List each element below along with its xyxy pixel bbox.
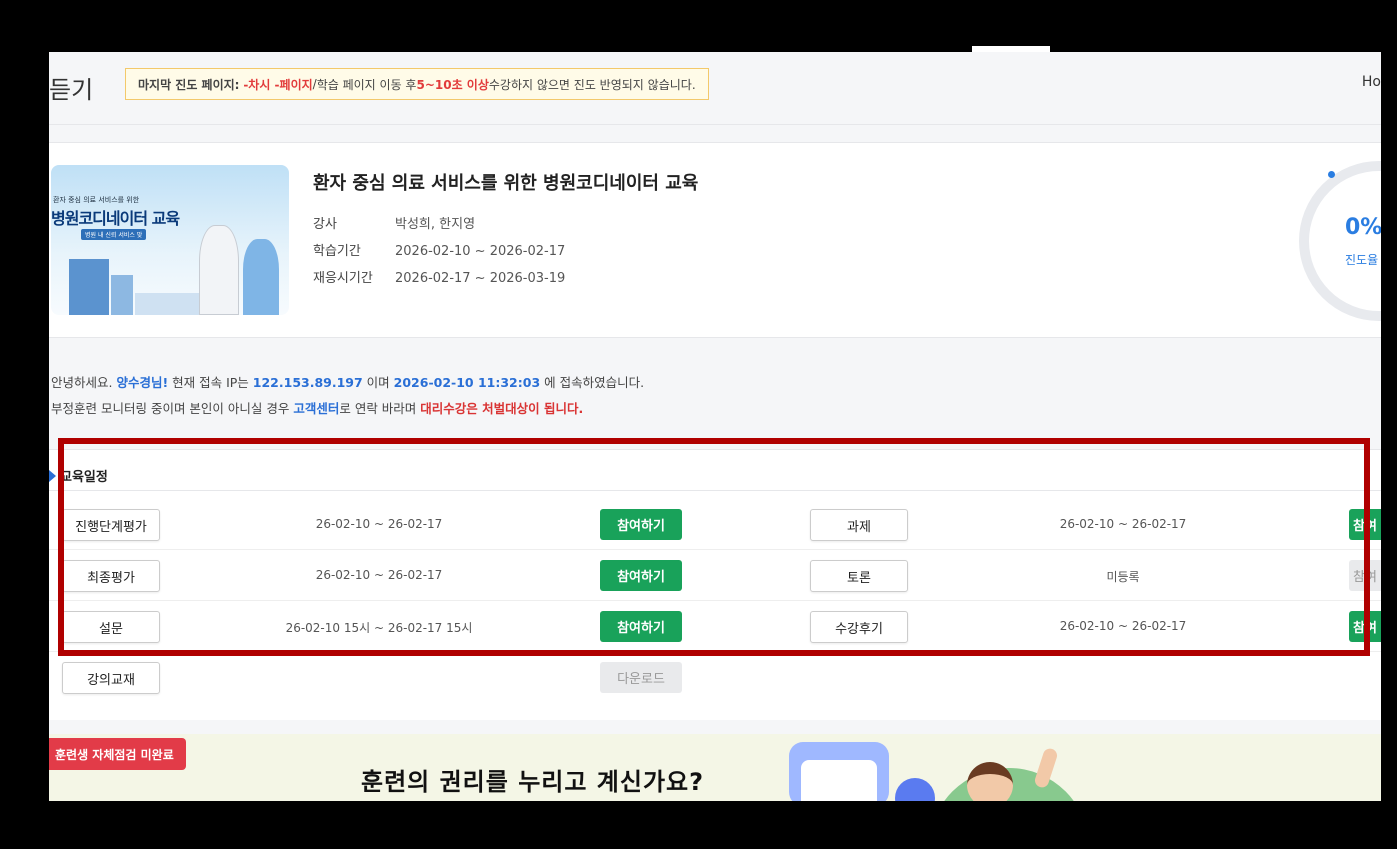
instructor-row: 강사 박성희, 한지영: [313, 213, 475, 232]
discussion-join-button[interactable]: 참여: [1349, 560, 1381, 591]
progress-value: 0%: [1345, 215, 1381, 240]
schedule-heading: 교육일정: [49, 466, 108, 485]
schedule-title: 교육일정: [60, 470, 108, 485]
warning-text: 로 연락 바라며: [339, 401, 421, 416]
assignment-join-button[interactable]: 참여: [1349, 509, 1381, 540]
progress-label: 진도율: [1345, 253, 1379, 267]
triangle-icon: [49, 469, 56, 482]
final-eval-button[interactable]: 최종평가: [62, 560, 160, 592]
device-frame: 듣기 마지막 진도 페이지: -차시 -페이지 / 학습 페이지 이동 후 5~…: [0, 0, 1397, 849]
greeting-line-1: 안녕하세요. 양수경님! 현재 접속 IP는 122.153.89.197 이며…: [51, 372, 644, 391]
schedule-row: 강의교재 다운로드: [49, 653, 1381, 703]
greeting-text: 안녕하세요.: [51, 375, 117, 390]
home-link[interactable]: Ho: [1362, 74, 1381, 90]
greeting-text: 이며: [362, 375, 394, 390]
survey-join-button[interactable]: 참여하기: [600, 611, 682, 642]
progress-eval-join-button[interactable]: 참여하기: [600, 509, 682, 540]
greeting-text: 에 접속하였습니다.: [540, 375, 645, 390]
penalty-warning: 대리수강은 처벌대상이 됩니다.: [420, 401, 584, 416]
review-value: 2026-02-17 ~ 2026-03-19: [395, 271, 566, 286]
notice-label: 마지막 진도 페이지:: [138, 77, 240, 92]
ip-address: 122.153.89.197: [252, 375, 363, 390]
textbook-download-button[interactable]: 다운로드: [600, 662, 682, 693]
progress-notice: 마지막 진도 페이지: -차시 -페이지 / 학습 페이지 이동 후 5~10초…: [125, 68, 709, 100]
row-divider: [49, 600, 1381, 601]
thumb-subtitle: 환자 중심 의료 서비스를 위한: [53, 196, 140, 204]
progress-eval-button[interactable]: 진행단계평가: [62, 509, 160, 541]
warning-text: 부정훈련 모니터링 중이며 본인이 아니실 경우: [51, 401, 294, 416]
assignment-button[interactable]: 과제: [810, 509, 908, 541]
divider: [49, 490, 1381, 491]
course-title: 환자 중심 의료 서비스를 위한 병원코디네이터 교육: [313, 173, 699, 194]
final-eval-dates: 26-02-10 ~ 26-02-17: [315, 568, 443, 582]
discussion-status: 미등록: [1106, 570, 1140, 584]
user-name: 양수경님!: [116, 375, 169, 390]
notice-seconds: 5~10초 이상: [416, 77, 489, 92]
greeting-line-2: 부정훈련 모니터링 중이며 본인이 아니실 경우 고객센터로 연락 바라며 대리…: [51, 398, 583, 417]
instructor-label: 강사: [313, 217, 337, 232]
schedule-section: 교육일정 진행단계평가 26-02-10 ~ 26-02-17 참여하기 과제 …: [49, 449, 1381, 720]
banner-headline: 훈련의 권리를 누리고 계신가요?: [361, 768, 705, 796]
schedule-row: 설문 26-02-10 15시 ~ 26-02-17 15시 참여하기 수강후기…: [49, 602, 1381, 652]
course-thumbnail: 환자 중심 의료 서비스를 위한 병원코디네이터 교육 병원 내 신뢰 서비스 …: [51, 165, 289, 315]
doctor-illustration: [199, 225, 239, 315]
greeting-panel: 안녕하세요. 양수경님! 현재 접속 IP는 122.153.89.197 이며…: [49, 352, 1381, 432]
textbook-button[interactable]: 강의교재: [62, 662, 160, 694]
access-datetime: 2026-02-10 11:32:03: [393, 375, 541, 390]
schedule-row: 최종평가 26-02-10 ~ 26-02-17 참여하기 토론 미등록 참여: [49, 551, 1381, 601]
instructor-value: 박성희, 한지영: [395, 217, 476, 232]
progress-dot: [1328, 171, 1335, 178]
final-eval-join-button[interactable]: 참여하기: [600, 560, 682, 591]
page-title: 듣기: [49, 76, 94, 104]
clipboard-sheet: [801, 760, 877, 801]
training-rights-banner[interactable]: 훈련생 자체점검 미완료 훈련의 권리를 누리고 계신가요?: [49, 734, 1381, 801]
review-dates: 26-02-10 ~ 26-02-17: [1059, 619, 1187, 633]
check-icon: [895, 778, 935, 801]
review-label: 재응시기간: [313, 271, 373, 286]
period-row: 학습기간 2026-02-10 ~ 2026-02-17: [313, 240, 565, 259]
greeting-text: 현재 접속 IP는: [168, 375, 253, 390]
progress-ring: [1299, 161, 1381, 321]
building-illustration: [135, 293, 205, 315]
period-label: 학습기간: [313, 244, 361, 259]
row-divider: [49, 549, 1381, 550]
survey-button[interactable]: 설문: [62, 611, 160, 643]
period-value: 2026-02-10 ~ 2026-02-17: [395, 244, 566, 259]
notice-desc1: 학습 페이지 이동 후: [316, 77, 417, 92]
building-illustration: [111, 275, 133, 315]
building-illustration: [69, 259, 109, 315]
row-divider: [49, 651, 1381, 652]
nurse-illustration: [243, 239, 279, 315]
schedule-row: 진행단계평가 26-02-10 ~ 26-02-17 참여하기 과제 26-02…: [49, 500, 1381, 550]
thumb-tag: 병원 내 신뢰 서비스 맞: [81, 229, 147, 240]
discussion-button[interactable]: 토론: [810, 560, 908, 592]
survey-dates: 26-02-10 15시 ~ 26-02-17 15시: [285, 621, 473, 635]
self-check-badge[interactable]: 훈련생 자체점검 미완료: [49, 738, 186, 770]
review-join-button[interactable]: 참여: [1349, 611, 1381, 642]
page-header: 듣기 마지막 진도 페이지: -차시 -페이지 / 학습 페이지 이동 후 5~…: [49, 52, 1381, 125]
review-button[interactable]: 수강후기: [810, 611, 908, 643]
assignment-dates: 26-02-10 ~ 26-02-17: [1059, 517, 1187, 531]
notice-desc2: 수강하지 않으면 진도 반영되지 않습니다.: [488, 77, 696, 92]
review-row: 재응시기간 2026-02-17 ~ 2026-03-19: [313, 267, 565, 286]
screen: 듣기 마지막 진도 페이지: -차시 -페이지 / 학습 페이지 이동 후 5~…: [49, 52, 1381, 801]
person-illustration: [967, 762, 1013, 801]
notice-last-page: -차시 -페이지: [243, 77, 313, 92]
thumb-title: 병원코디네이터 교육: [51, 209, 180, 228]
support-link[interactable]: 고객센터: [293, 401, 339, 416]
course-card: 환자 중심 의료 서비스를 위한 병원코디네이터 교육 병원 내 신뢰 서비스 …: [49, 142, 1381, 338]
progress-eval-dates: 26-02-10 ~ 26-02-17: [315, 517, 443, 531]
